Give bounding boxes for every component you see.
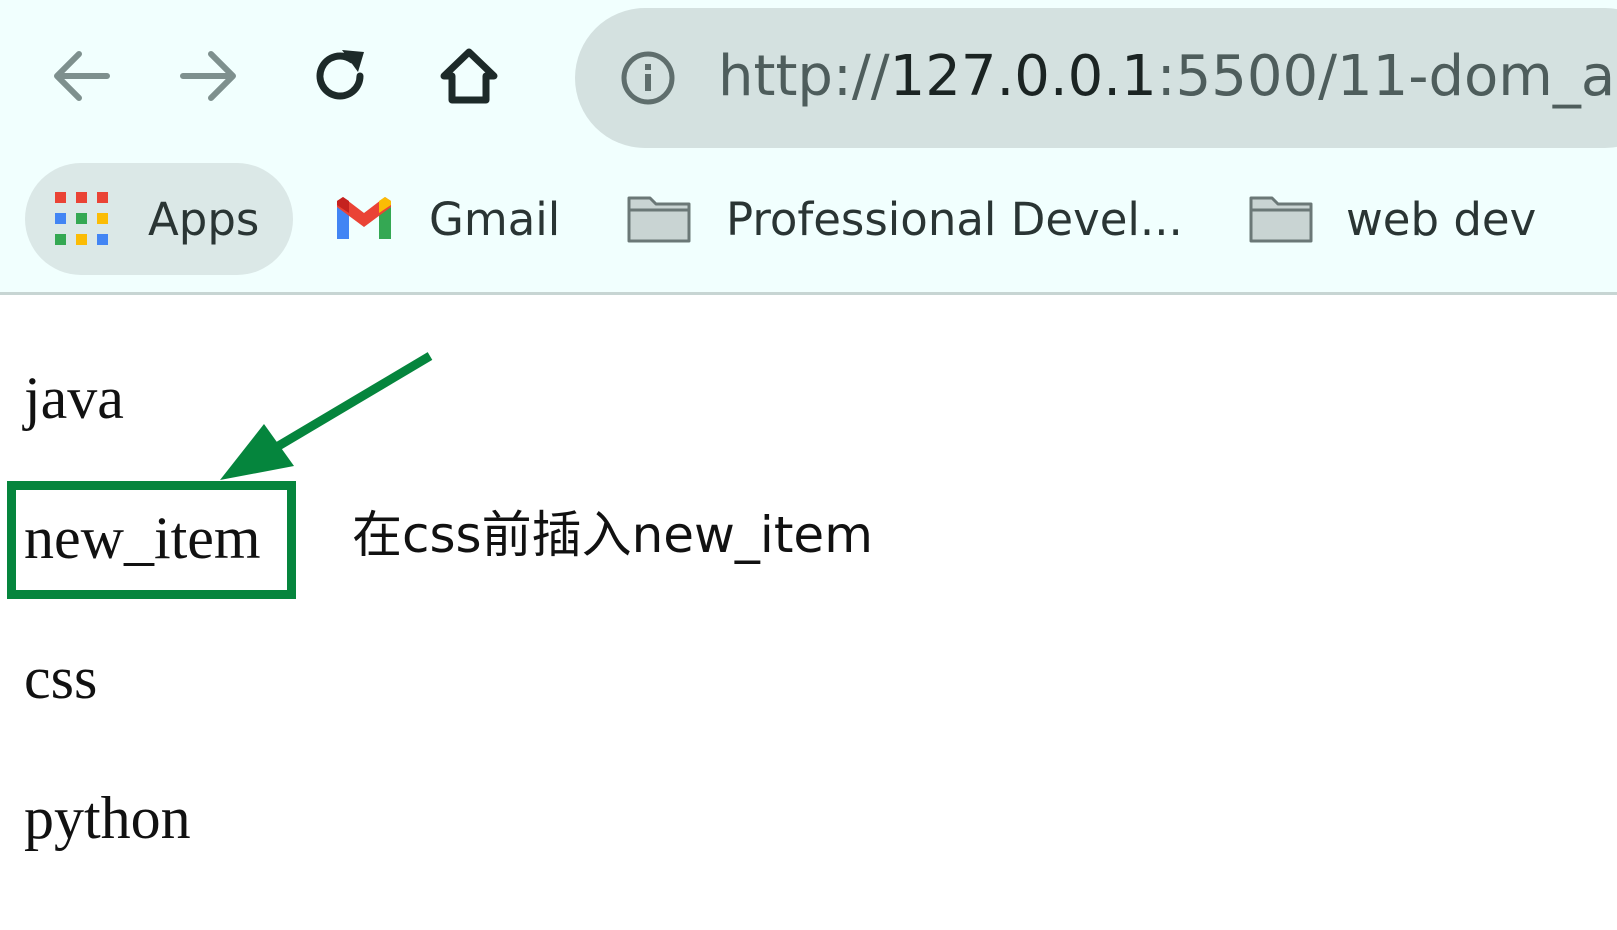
reload-button[interactable] xyxy=(304,40,376,112)
browser-toolbar: http://127.0.0.1:5500/11-dom_ap Apps Gma… xyxy=(0,0,1617,295)
list-item-python: python xyxy=(24,785,191,851)
list-item-new-item: new_item xyxy=(24,505,261,571)
bookmark-label: Apps xyxy=(148,192,260,246)
home-icon xyxy=(440,48,498,104)
folder-icon xyxy=(627,196,691,243)
url-text[interactable]: http://127.0.0.1:5500/11-dom_ap xyxy=(718,41,1617,113)
bookmark-web-dev[interactable]: web dev xyxy=(1248,163,1536,275)
annotation-text: 在css前插入new_item xyxy=(352,506,873,564)
arrow-right-icon xyxy=(180,51,236,101)
bookmark-label: Gmail xyxy=(429,192,561,246)
home-button[interactable] xyxy=(433,40,505,112)
bookmark-gmail[interactable]: Gmail xyxy=(333,163,560,275)
bookmark-label: web dev xyxy=(1346,192,1537,246)
bookmark-label: Professional Devel... xyxy=(726,192,1183,246)
annotation-arrow-icon xyxy=(220,352,433,480)
list-item-java: java xyxy=(24,365,124,431)
url-path: :5500/11-dom_ap xyxy=(1156,44,1617,109)
bookmark-professional-devel[interactable]: Professional Devel... xyxy=(626,163,1183,275)
url-scheme: http:// xyxy=(718,44,890,109)
info-icon[interactable] xyxy=(620,50,676,106)
gmail-icon xyxy=(337,197,391,239)
folder-icon xyxy=(1249,196,1313,243)
bookmark-apps[interactable]: Apps xyxy=(25,163,293,275)
apps-grid-icon xyxy=(55,192,108,245)
list-item-css: css xyxy=(24,645,98,711)
forward-button[interactable] xyxy=(174,40,246,112)
address-bar[interactable]: http://127.0.0.1:5500/11-dom_ap xyxy=(575,8,1617,148)
url-host: 127.0.0.1 xyxy=(889,44,1157,109)
arrow-left-icon xyxy=(54,51,110,101)
reload-icon xyxy=(316,50,364,100)
back-button[interactable] xyxy=(44,40,116,112)
